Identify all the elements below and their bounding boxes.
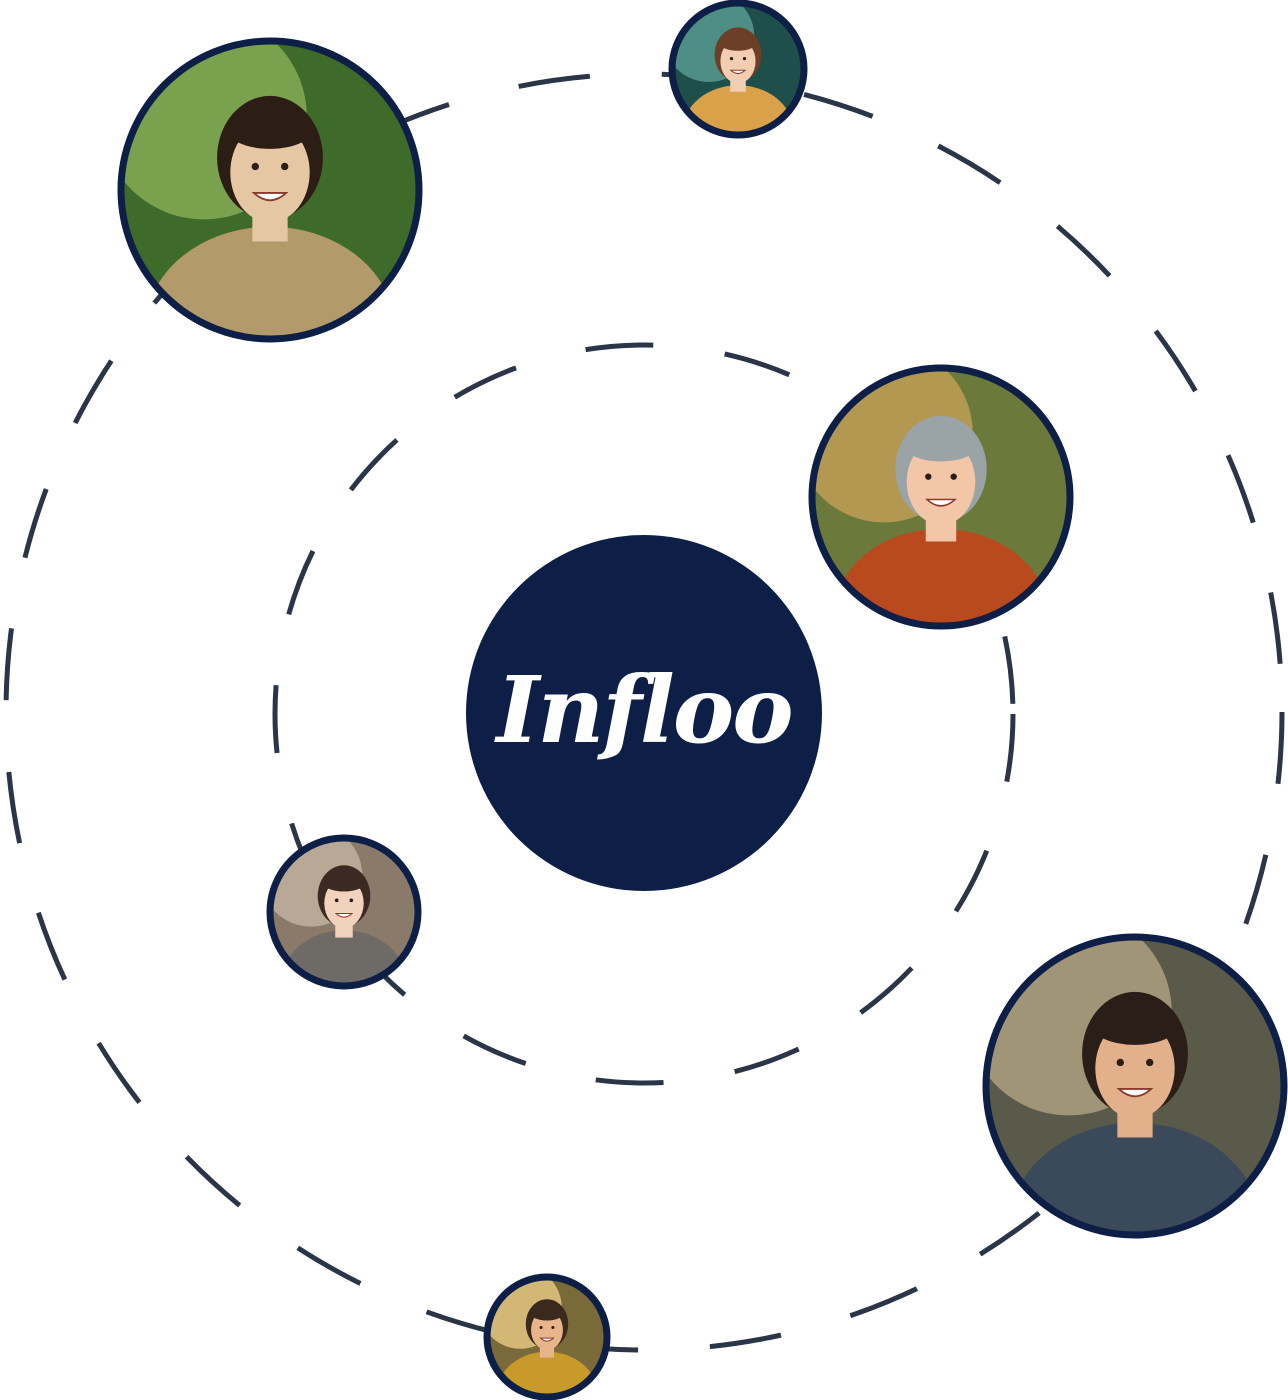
photo-hair-top	[529, 1303, 565, 1321]
photo-clothing	[145, 226, 395, 337]
photo-eye	[950, 473, 957, 480]
photo-hair-top	[1090, 1003, 1180, 1045]
photo-eye	[925, 473, 932, 480]
photo-eye	[334, 898, 339, 903]
photo-eye	[349, 898, 354, 903]
orbit-graphic: Infloo	[3, 0, 1288, 1400]
avatar-woman-red-hair	[808, 364, 1074, 630]
photo-hair-top	[225, 107, 315, 149]
photo-eye	[742, 56, 747, 61]
avatar-man-curly-hair	[982, 933, 1288, 1239]
photo-hair-top	[902, 425, 980, 462]
photo-hair-top	[718, 32, 758, 51]
photo-eye	[539, 1326, 543, 1330]
photo-hair-top	[322, 871, 366, 892]
avatar-man-olive-jacket	[117, 37, 423, 343]
photo-eye	[729, 56, 734, 61]
photo-eye	[251, 162, 259, 171]
brand-logo-text: Infloo	[493, 656, 791, 764]
photo-eye	[281, 162, 289, 171]
avatar-man-yellow-jacket	[483, 1273, 611, 1400]
center-logo-badge: Infloo	[466, 535, 822, 891]
photo-clothing	[1010, 1122, 1260, 1233]
photo-eye	[551, 1326, 555, 1330]
photo-clothing	[682, 85, 794, 134]
avatar-woman-scarf	[266, 834, 422, 990]
avatar-woman-braid	[668, 0, 808, 139]
photo-eye	[1116, 1058, 1124, 1067]
photo-eye	[1146, 1058, 1154, 1067]
photo-clothing	[833, 528, 1049, 624]
